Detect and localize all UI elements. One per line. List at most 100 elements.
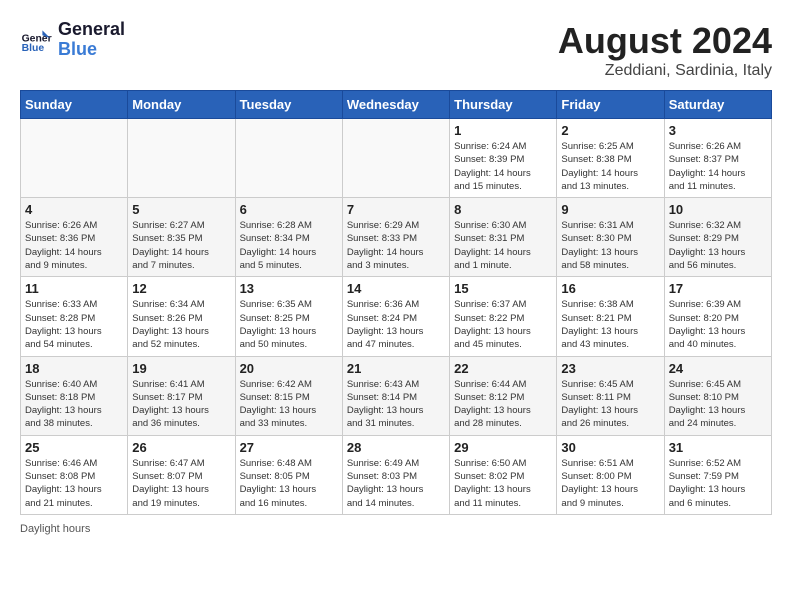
day-info: Sunrise: 6:46 AM Sunset: 8:08 PM Dayligh… bbox=[25, 457, 123, 510]
calendar-cell: 8 Sunrise: 6:30 AM Sunset: 8:31 PM Daylig… bbox=[450, 198, 557, 277]
calendar-cell: 3 Sunrise: 6:26 AM Sunset: 8:37 PM Daylig… bbox=[664, 119, 771, 198]
calendar-cell: 20 Sunrise: 6:42 AM Sunset: 8:15 PM Dayli… bbox=[235, 356, 342, 435]
day-number: 21 bbox=[347, 361, 445, 376]
day-number: 7 bbox=[347, 202, 445, 217]
calendar-cell: 16Sunrise: 6:38 AM Sunset: 8:21 PM Dayli… bbox=[557, 277, 664, 356]
day-number: 4 bbox=[25, 202, 123, 217]
calendar-cell: 28 Sunrise: 6:49 AM Sunset: 8:03 PM Dayli… bbox=[342, 435, 449, 514]
calendar-week-row: 18 Sunrise: 6:40 AM Sunset: 8:18 PM Dayli… bbox=[21, 356, 772, 435]
day-info: Sunrise: 6:31 AM Sunset: 8:30 PM Dayligh… bbox=[561, 219, 659, 272]
day-info: Sunrise: 6:25 AM Sunset: 8:38 PM Dayligh… bbox=[561, 140, 659, 193]
calendar-cell: 29Sunrise: 6:50 AM Sunset: 8:02 PM Dayli… bbox=[450, 435, 557, 514]
calendar-cell: 27 Sunrise: 6:48 AM Sunset: 8:05 PM Dayli… bbox=[235, 435, 342, 514]
day-number: 28 bbox=[347, 440, 445, 455]
day-number: 12 bbox=[132, 281, 230, 296]
day-info: Sunrise: 6:33 AM Sunset: 8:28 PM Dayligh… bbox=[25, 298, 123, 351]
calendar-week-row: 25Sunrise: 6:46 AM Sunset: 8:08 PM Dayli… bbox=[21, 435, 772, 514]
day-number: 1 bbox=[454, 123, 552, 138]
weekday-header: Sunday bbox=[21, 91, 128, 119]
day-number: 19 bbox=[132, 361, 230, 376]
weekday-header: Saturday bbox=[664, 91, 771, 119]
day-number: 2 bbox=[561, 123, 659, 138]
day-number: 20 bbox=[240, 361, 338, 376]
day-number: 31 bbox=[669, 440, 767, 455]
day-info: Sunrise: 6:35 AM Sunset: 8:25 PM Dayligh… bbox=[240, 298, 338, 351]
day-number: 22 bbox=[454, 361, 552, 376]
day-number: 26 bbox=[132, 440, 230, 455]
calendar-week-row: 4 Sunrise: 6:26 AM Sunset: 8:36 PM Daylig… bbox=[21, 198, 772, 277]
calendar-cell: 15 Sunrise: 6:37 AM Sunset: 8:22 PM Dayli… bbox=[450, 277, 557, 356]
day-info: Sunrise: 6:30 AM Sunset: 8:31 PM Dayligh… bbox=[454, 219, 552, 272]
day-info: Sunrise: 6:51 AM Sunset: 8:00 PM Dayligh… bbox=[561, 457, 659, 510]
day-info: Sunrise: 6:27 AM Sunset: 8:35 PM Dayligh… bbox=[132, 219, 230, 272]
calendar-cell: 23Sunrise: 6:45 AM Sunset: 8:11 PM Dayli… bbox=[557, 356, 664, 435]
day-info: Sunrise: 6:41 AM Sunset: 8:17 PM Dayligh… bbox=[132, 378, 230, 431]
weekday-header: Thursday bbox=[450, 91, 557, 119]
weekday-header: Friday bbox=[557, 91, 664, 119]
calendar-cell: 6 Sunrise: 6:28 AM Sunset: 8:34 PM Daylig… bbox=[235, 198, 342, 277]
day-info: Sunrise: 6:26 AM Sunset: 8:36 PM Dayligh… bbox=[25, 219, 123, 272]
calendar-cell: 7Sunrise: 6:29 AM Sunset: 8:33 PM Daylig… bbox=[342, 198, 449, 277]
calendar-cell: 5 Sunrise: 6:27 AM Sunset: 8:35 PM Daylig… bbox=[128, 198, 235, 277]
calendar-cell: 10 Sunrise: 6:32 AM Sunset: 8:29 PM Dayli… bbox=[664, 198, 771, 277]
day-number: 29 bbox=[454, 440, 552, 455]
day-info: Sunrise: 6:37 AM Sunset: 8:22 PM Dayligh… bbox=[454, 298, 552, 351]
calendar-table: SundayMondayTuesdayWednesdayThursdayFrid… bbox=[20, 90, 772, 515]
calendar-cell: 22Sunrise: 6:44 AM Sunset: 8:12 PM Dayli… bbox=[450, 356, 557, 435]
day-info: Sunrise: 6:48 AM Sunset: 8:05 PM Dayligh… bbox=[240, 457, 338, 510]
calendar-cell: 1Sunrise: 6:24 AM Sunset: 8:39 PM Daylig… bbox=[450, 119, 557, 198]
daylight-label: Daylight hours bbox=[20, 523, 90, 535]
day-number: 11 bbox=[25, 281, 123, 296]
day-number: 14 bbox=[347, 281, 445, 296]
day-info: Sunrise: 6:47 AM Sunset: 8:07 PM Dayligh… bbox=[132, 457, 230, 510]
day-info: Sunrise: 6:39 AM Sunset: 8:20 PM Dayligh… bbox=[669, 298, 767, 351]
day-info: Sunrise: 6:45 AM Sunset: 8:10 PM Dayligh… bbox=[669, 378, 767, 431]
calendar-cell: 12 Sunrise: 6:34 AM Sunset: 8:26 PM Dayli… bbox=[128, 277, 235, 356]
day-info: Sunrise: 6:43 AM Sunset: 8:14 PM Dayligh… bbox=[347, 378, 445, 431]
svg-text:Blue: Blue bbox=[22, 43, 45, 54]
calendar-cell: 31Sunrise: 6:52 AM Sunset: 7:59 PM Dayli… bbox=[664, 435, 771, 514]
day-number: 18 bbox=[25, 361, 123, 376]
calendar-cell: 11 Sunrise: 6:33 AM Sunset: 8:28 PM Dayli… bbox=[21, 277, 128, 356]
calendar-cell: 18 Sunrise: 6:40 AM Sunset: 8:18 PM Dayli… bbox=[21, 356, 128, 435]
weekday-header: Wednesday bbox=[342, 91, 449, 119]
logo-icon: General Blue bbox=[20, 24, 52, 56]
day-number: 15 bbox=[454, 281, 552, 296]
calendar-cell bbox=[128, 119, 235, 198]
page-subtitle: Zeddiani, Sardinia, Italy bbox=[558, 62, 772, 80]
day-number: 24 bbox=[669, 361, 767, 376]
day-info: Sunrise: 6:28 AM Sunset: 8:34 PM Dayligh… bbox=[240, 219, 338, 272]
day-number: 30 bbox=[561, 440, 659, 455]
calendar-cell: 24 Sunrise: 6:45 AM Sunset: 8:10 PM Dayli… bbox=[664, 356, 771, 435]
footer: Daylight hours bbox=[20, 523, 772, 535]
day-number: 27 bbox=[240, 440, 338, 455]
day-number: 5 bbox=[132, 202, 230, 217]
day-number: 3 bbox=[669, 123, 767, 138]
calendar-cell: 19 Sunrise: 6:41 AM Sunset: 8:17 PM Dayli… bbox=[128, 356, 235, 435]
day-info: Sunrise: 6:38 AM Sunset: 8:21 PM Dayligh… bbox=[561, 298, 659, 351]
day-info: Sunrise: 6:26 AM Sunset: 8:37 PM Dayligh… bbox=[669, 140, 767, 193]
page-header: General Blue General Blue August 2024 Ze… bbox=[20, 20, 772, 80]
weekday-header: Monday bbox=[128, 91, 235, 119]
day-info: Sunrise: 6:49 AM Sunset: 8:03 PM Dayligh… bbox=[347, 457, 445, 510]
calendar-cell: 9 Sunrise: 6:31 AM Sunset: 8:30 PM Daylig… bbox=[557, 198, 664, 277]
calendar-cell: 25Sunrise: 6:46 AM Sunset: 8:08 PM Dayli… bbox=[21, 435, 128, 514]
calendar-cell bbox=[342, 119, 449, 198]
day-info: Sunrise: 6:40 AM Sunset: 8:18 PM Dayligh… bbox=[25, 378, 123, 431]
calendar-cell bbox=[235, 119, 342, 198]
day-info: Sunrise: 6:42 AM Sunset: 8:15 PM Dayligh… bbox=[240, 378, 338, 431]
day-number: 13 bbox=[240, 281, 338, 296]
day-number: 17 bbox=[669, 281, 767, 296]
logo-text: General Blue bbox=[58, 20, 125, 60]
page-title: August 2024 bbox=[558, 20, 772, 62]
calendar-cell: 4 Sunrise: 6:26 AM Sunset: 8:36 PM Daylig… bbox=[21, 198, 128, 277]
calendar-week-row: 1Sunrise: 6:24 AM Sunset: 8:39 PM Daylig… bbox=[21, 119, 772, 198]
day-number: 9 bbox=[561, 202, 659, 217]
day-number: 23 bbox=[561, 361, 659, 376]
day-number: 6 bbox=[240, 202, 338, 217]
day-number: 8 bbox=[454, 202, 552, 217]
calendar-cell: 2 Sunrise: 6:25 AM Sunset: 8:38 PM Daylig… bbox=[557, 119, 664, 198]
day-number: 10 bbox=[669, 202, 767, 217]
day-info: Sunrise: 6:32 AM Sunset: 8:29 PM Dayligh… bbox=[669, 219, 767, 272]
day-info: Sunrise: 6:34 AM Sunset: 8:26 PM Dayligh… bbox=[132, 298, 230, 351]
